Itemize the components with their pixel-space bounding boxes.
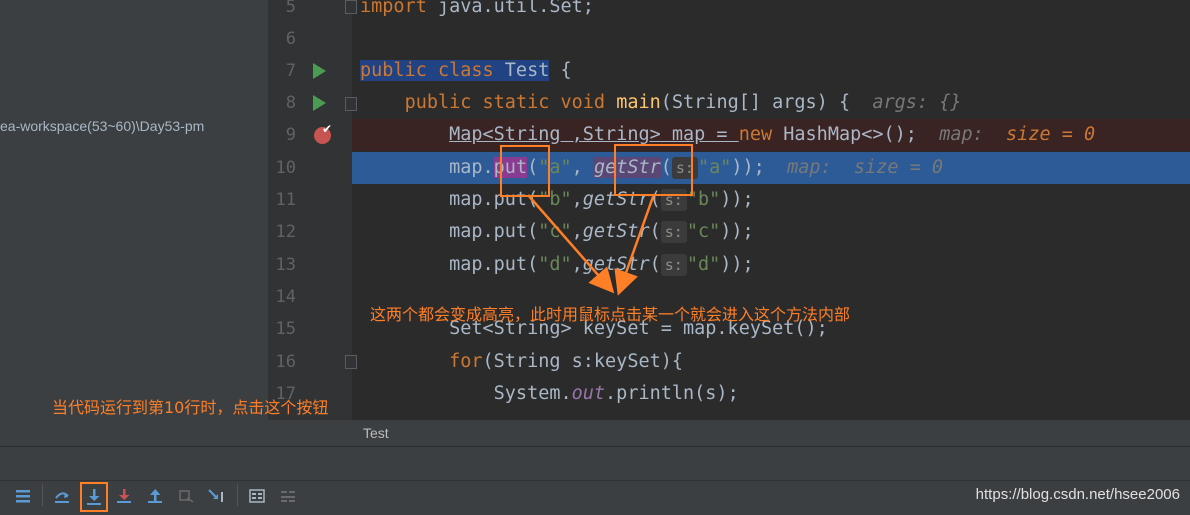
inline-debug-hint: args: {} — [872, 92, 962, 113]
line-number: 6 — [285, 29, 296, 49]
method-call: getStr — [582, 254, 650, 275]
code-text: (String[] args) { — [660, 92, 851, 113]
keyword: import — [360, 0, 427, 17]
code-text: System. — [493, 383, 572, 404]
line-number: 14 — [275, 287, 296, 307]
step-out-icon[interactable] — [142, 484, 168, 508]
toolbar-separator — [237, 484, 238, 506]
code-line-13[interactable]: map.put("d",getStr(s: "d")); — [352, 249, 1190, 281]
code-line-9[interactable]: Map<String ,String> map = new HashMap<>(… — [352, 119, 1190, 151]
line-number: 13 — [275, 255, 296, 275]
code-line-8[interactable]: public static void main(String[] args) {… — [352, 87, 1190, 119]
annotation-button-note: 当代码运行到第10行时，点击这个按钮 — [52, 398, 329, 417]
code-text: )); — [720, 254, 754, 275]
line-number: 12 — [275, 222, 296, 242]
code-text: , — [571, 157, 594, 178]
line-number: 8 — [285, 93, 296, 113]
static-field: out — [571, 383, 606, 404]
step-into-icon[interactable] — [80, 482, 108, 512]
code-text: { — [549, 60, 572, 81]
inline-debug-value: size = 0 — [1006, 124, 1096, 145]
code-text: Map<String ,String> map = — [449, 124, 739, 145]
string-literal: "c" — [538, 221, 572, 242]
annotation-box-getstr — [614, 144, 693, 196]
line-number: 10 — [275, 158, 296, 178]
show-execution-point-icon[interactable] — [10, 484, 36, 508]
string-literal: "a" — [697, 157, 732, 178]
run-icon[interactable] — [313, 95, 326, 111]
code-text: java.util.Set; — [426, 0, 594, 17]
keyword: new — [738, 124, 773, 145]
keyword: public static void — [404, 92, 606, 113]
debug-panel-header — [0, 446, 1190, 481]
project-path[interactable]: ea-workspace(53~60)\Day53-pm — [0, 118, 204, 134]
code-line-11[interactable]: map.put("b",getStr(s: "b")); — [352, 184, 1190, 216]
code-line-12[interactable]: map.put("c",getStr(s: "c")); — [352, 216, 1190, 248]
line-number: 9 — [285, 125, 296, 145]
code-text: ( — [649, 221, 661, 242]
line-number: 5 — [285, 0, 296, 17]
code-text: , — [571, 254, 583, 275]
method-name: main — [616, 92, 661, 113]
line-number: 15 — [275, 319, 296, 339]
inline-debug-hint: map: — [787, 157, 832, 178]
string-literal: "d" — [686, 254, 721, 275]
code-text: map. — [449, 157, 494, 178]
keyword: public class — [360, 60, 494, 81]
class-name: Test — [493, 60, 550, 81]
code-text: )); — [731, 157, 765, 178]
project-panel — [0, 0, 268, 446]
code-text: .println(s); — [605, 383, 739, 404]
drop-frame-icon[interactable] — [173, 484, 199, 508]
string-literal: "d" — [538, 254, 572, 275]
code-text: map.put( — [449, 221, 539, 242]
code-line-17[interactable]: System.out.println(s); — [352, 378, 1190, 410]
keyword: for — [449, 351, 483, 372]
force-step-into-icon[interactable] — [111, 484, 137, 508]
watermark: https://blog.csdn.net/hsee2006 — [975, 486, 1180, 503]
code-line-16[interactable]: for(String s:keySet){ — [352, 346, 1190, 378]
code-line-5[interactable]: import java.util.Set; — [352, 0, 1190, 23]
code-text: ( — [649, 254, 661, 275]
trace-icon[interactable] — [275, 484, 301, 508]
line-number: 16 — [275, 352, 296, 372]
line-number: 11 — [275, 190, 296, 210]
code-line-7[interactable]: public class Test { — [352, 55, 1190, 87]
step-over-icon[interactable] — [49, 484, 75, 508]
inline-debug-hint: map: — [939, 124, 984, 145]
parameter-hint: s: — [660, 254, 687, 276]
code-text: HashMap<>(); — [772, 124, 917, 145]
code-text: )); — [720, 221, 754, 242]
method-call: getStr — [582, 221, 650, 242]
run-icon[interactable] — [313, 63, 326, 79]
inline-debug-value: size = 0 — [853, 157, 944, 178]
parameter-hint: s: — [660, 221, 687, 243]
code-text: )); — [720, 189, 754, 210]
string-literal: "c" — [686, 221, 721, 242]
code-text: , — [571, 189, 583, 210]
toolbar-separator — [42, 484, 43, 506]
breadcrumb-class[interactable]: Test — [363, 425, 389, 441]
annotation-box-put — [500, 145, 550, 197]
code-text: , — [571, 221, 583, 242]
code-line-10-current[interactable]: map.put("a", getStr(s: "a")); map: size =… — [352, 152, 1190, 184]
editor-breadcrumb-bar — [0, 420, 1190, 446]
annotation-highlight-note: 这两个都会变成高亮，此时用鼠标点击某一个就会进入这个方法内部 — [370, 305, 851, 324]
code-text: map.put( — [449, 254, 539, 275]
line-number: 7 — [285, 61, 296, 81]
breakpoint-check-icon: ✔ — [322, 122, 333, 136]
evaluate-expression-icon[interactable] — [244, 484, 270, 508]
run-to-cursor-icon[interactable] — [204, 484, 230, 508]
code-text: (String s:keySet){ — [482, 351, 684, 372]
